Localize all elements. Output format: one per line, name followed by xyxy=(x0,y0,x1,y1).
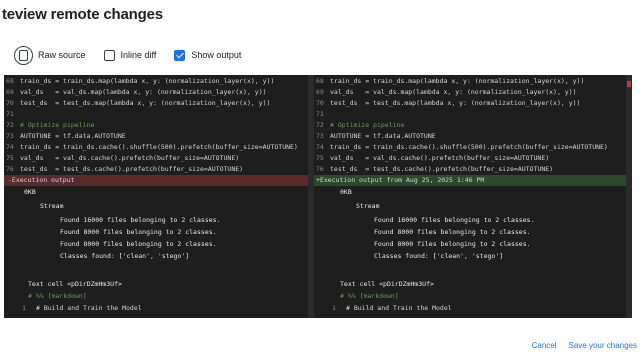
output-line: Found 16000 files belonging to 2 classes… xyxy=(374,216,535,224)
remote-pane: 68 train_ds = train_ds.map(lambda x, y: (… xyxy=(314,75,626,318)
raw-source-radio[interactable] xyxy=(14,45,33,65)
added-output-header: +Execution output from Aug 25, 2025 1:46… xyxy=(314,175,626,186)
cancel-button[interactable]: Cancel xyxy=(532,341,557,350)
output-stream: Stream xyxy=(356,202,380,210)
output-line: Found 8000 files belonging to 2 classes. xyxy=(374,240,531,248)
change-marker xyxy=(627,81,631,87)
code-line: 73 AUTOTUNE = tf.data.AUTOTUNE xyxy=(6,132,126,140)
code-line: 72 # Optimize pipeline xyxy=(316,121,405,129)
code-line: 70 test_ds = test_ds.map(lambda x, y: (no… xyxy=(6,99,271,107)
code-line: # %% [markdown] xyxy=(340,292,399,300)
code-line: # %% [markdown] xyxy=(28,292,87,300)
code-line: 74 train_ds = train_ds.cache().shuffle(50… xyxy=(6,143,298,151)
code-line: 75 val_ds = val_ds.cache().prefetch(buffe… xyxy=(316,154,550,162)
output-line: Found 8000 files belonging to 2 classes. xyxy=(374,228,531,236)
code-line: 72 # Optimize pipeline xyxy=(6,121,95,129)
output-line: Found 8000 files belonging to 2 classes. xyxy=(60,240,217,248)
inline-diff-label[interactable]: Inline diff xyxy=(121,50,157,60)
show-output-label[interactable]: Show output xyxy=(191,50,241,60)
show-output-checkbox[interactable] xyxy=(174,49,186,61)
code-line: 68 train_ds = train_ds.map(lambda x, y: (… xyxy=(316,77,585,85)
code-line: 75 val_ds = val_ds.cache().prefetch(buffe… xyxy=(6,154,240,162)
code-line: 71 xyxy=(316,110,324,118)
raw-source-label[interactable]: Raw source xyxy=(38,50,86,60)
original-pane: 68 train_ds = train_ds.map(lambda x, y: (… xyxy=(4,75,308,318)
code-line: 69 val_ds = val_ds.map(lambda x, y: (norm… xyxy=(316,88,577,96)
document-icon xyxy=(19,49,28,61)
deleted-output-header: -Execution output xyxy=(4,175,308,186)
code-line: 76 test_ds = test_ds.cache().prefetch(buf… xyxy=(6,165,244,173)
code-line: 1 # Build and Train the Model xyxy=(22,304,142,312)
code-line: 73 AUTOTUNE = tf.data.AUTOTUNE xyxy=(316,132,436,140)
code-line: 76 test_ds = test_ds.cache().prefetch(buf… xyxy=(316,165,554,173)
code-line: 74 train_ds = train_ds.cache().shuffle(50… xyxy=(316,143,608,151)
output-line: Found 16000 files belonging to 2 classes… xyxy=(60,216,221,224)
dialog-footer: Cancel Save your changes xyxy=(532,341,637,350)
code-line: 69 val_ds = val_ds.map(lambda x, y: (norm… xyxy=(6,88,267,96)
text-cell-header: Text cell <pDirDZmHm3Uf> xyxy=(28,280,122,288)
output-size: 0KB xyxy=(24,188,36,196)
diff-viewer: 68 train_ds = train_ds.map(lambda x, y: (… xyxy=(4,75,632,318)
output-size: 0KB xyxy=(340,188,352,196)
output-line: Found 8000 files belonging to 2 classes. xyxy=(60,228,217,236)
output-line: Classes found: ['clean', 'stego'] xyxy=(60,252,190,260)
review-remote-changes-dialog: teview remote changes Raw source Inline … xyxy=(0,0,643,356)
save-changes-button[interactable]: Save your changes xyxy=(569,341,638,350)
output-line: Classes found: ['clean', 'stego'] xyxy=(374,252,504,260)
diff-scrollbar[interactable] xyxy=(626,75,632,318)
text-cell-header: Text cell <pDirDZmHm3Uf> xyxy=(340,280,434,288)
output-stream: Stream xyxy=(40,202,64,210)
inline-diff-checkbox[interactable] xyxy=(103,49,115,61)
code-line: 71 xyxy=(6,110,14,118)
code-line: 70 test_ds = test_ds.map(lambda x, y: (no… xyxy=(316,99,581,107)
code-line: 68 train_ds = train_ds.map(lambda x, y: (… xyxy=(6,77,275,85)
view-options: Raw source Inline diff Show output xyxy=(14,44,241,66)
code-line: 1 # Build and Train the Model xyxy=(332,304,452,312)
dialog-title: teview remote changes xyxy=(2,6,163,23)
